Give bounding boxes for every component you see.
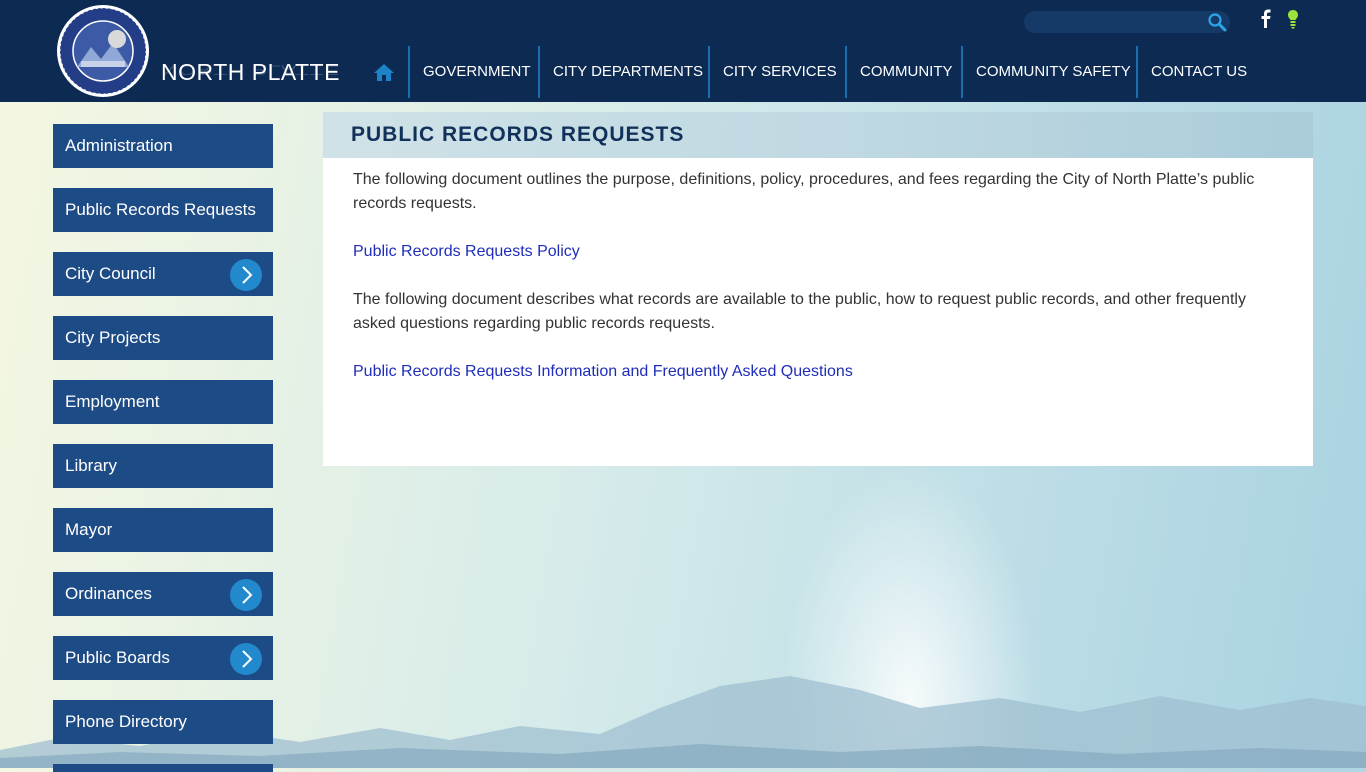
site-name-reflection: NORTH PLATTE <box>161 62 340 78</box>
expand-arrow-icon[interactable] <box>230 643 262 675</box>
nav-city-services[interactable]: CITY SERVICES <box>708 46 850 98</box>
sidebar-item-city-projects[interactable]: City Projects <box>53 316 273 360</box>
sidebar-item-label: Public Records Requests <box>65 200 256 219</box>
expand-arrow-icon[interactable] <box>230 259 262 291</box>
nav-home[interactable] <box>360 46 408 98</box>
sidebar-item-city-council[interactable]: City Council <box>53 252 273 296</box>
nav-community[interactable]: COMMUNITY <box>845 46 966 98</box>
sidebar-item-label: Library <box>65 456 117 475</box>
sidebar-item-public-boards[interactable]: Public Boards <box>53 636 273 680</box>
nav-government[interactable]: GOVERNMENT <box>408 46 544 98</box>
policy-link[interactable]: Public Records Requests Policy <box>353 243 580 260</box>
search-box[interactable] <box>1024 11 1230 33</box>
faq-paragraph: The following document describes what re… <box>353 291 1246 332</box>
home-icon <box>374 64 394 82</box>
sidebar-item-label: Phone Directory <box>65 712 187 731</box>
nav-contact-us[interactable]: CONTACT US <box>1136 46 1260 98</box>
sidebar-item-public-records-requests[interactable]: Public Records Requests <box>53 188 273 232</box>
sidebar-item-label: Public Boards <box>65 648 170 667</box>
sidebar-item-label: Ordinances <box>65 584 152 603</box>
page-title: PUBLIC RECORDS REQUESTS <box>351 123 685 146</box>
sidebar-item-label: Administration <box>65 136 173 155</box>
sidebar-item-label: Employment <box>65 392 160 411</box>
sidebar-item-label: City Projects <box>65 328 161 347</box>
sidebar-item-employment[interactable]: Employment <box>53 380 273 424</box>
search-input[interactable] <box>1034 13 1208 33</box>
expand-arrow-icon[interactable] <box>230 579 262 611</box>
sidebar-item-administration[interactable]: Administration <box>53 124 273 168</box>
search-icon[interactable] <box>1207 12 1227 32</box>
site-header: NORTH PLATTE NORTH PLATTE GOVERNMENT CIT… <box>0 0 1366 102</box>
content-body: The following document outlines the purp… <box>353 168 1273 408</box>
sidebar-item-next[interactable] <box>53 764 273 772</box>
faq-link[interactable]: Public Records Requests Information and … <box>353 363 853 380</box>
sidebar-item-ordinances[interactable]: Ordinances <box>53 572 273 616</box>
sidebar-item-library[interactable]: Library <box>53 444 273 488</box>
sidebar-item-label: City Council <box>65 264 156 283</box>
city-seal-logo[interactable] <box>55 3 151 99</box>
nav-community-safety[interactable]: COMMUNITY SAFETY <box>961 46 1144 98</box>
sidebar-item-phone-directory[interactable]: Phone Directory <box>53 700 273 744</box>
sidebar-item-mayor[interactable]: Mayor <box>53 508 273 552</box>
facebook-icon[interactable] <box>1258 8 1272 28</box>
intro-paragraph: The following document outlines the purp… <box>353 171 1255 212</box>
lightbulb-icon[interactable] <box>1286 9 1300 29</box>
sidebar-item-label: Mayor <box>65 520 113 539</box>
nav-city-departments[interactable]: CITY DEPARTMENTS <box>538 46 716 98</box>
content-panel: PUBLIC RECORDS REQUESTS The following do… <box>323 112 1313 466</box>
